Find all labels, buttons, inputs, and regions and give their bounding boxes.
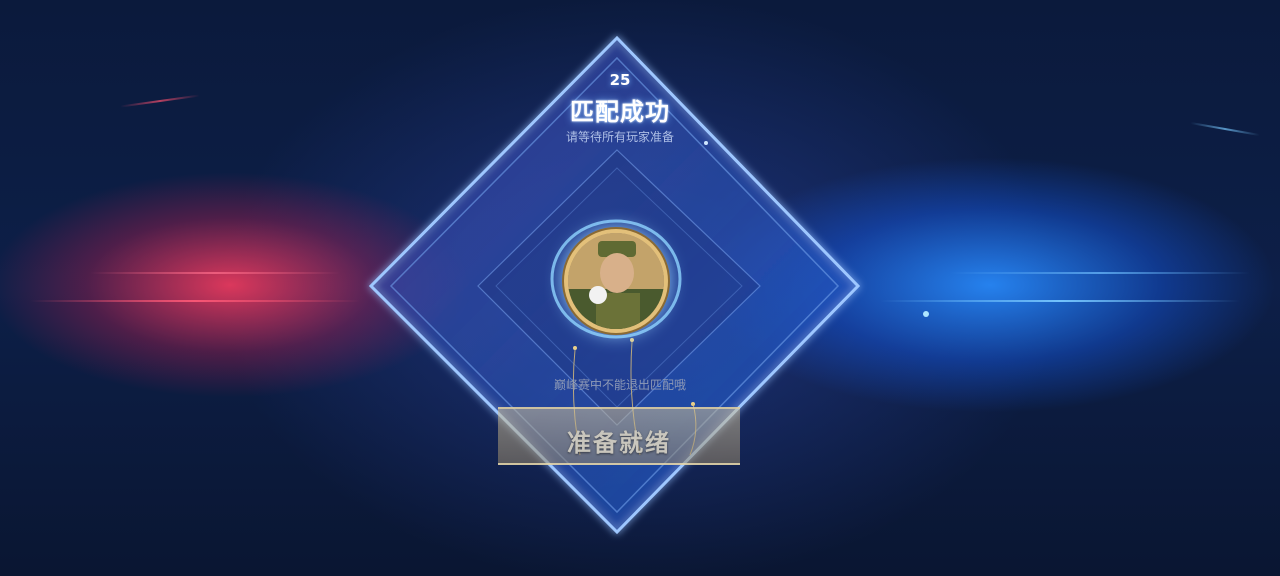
- peak-match-notice: 巅峰赛中不能退出匹配哦: [553, 378, 686, 392]
- ready-button[interactable]: 准备就绪: [498, 407, 740, 465]
- sparkle: [923, 311, 929, 317]
- player-portrait-icon: [568, 233, 664, 329]
- waiting-subtitle: 请等待所有玩家准备: [565, 130, 674, 144]
- sparkle: [573, 346, 577, 350]
- match-found-screen: 25 匹配成功 请等待所有玩家准备 巅峰赛中不能退出匹配哦 准备就绪: [0, 0, 1280, 576]
- match-found-title: 匹配成功: [570, 98, 670, 126]
- player-avatar: [568, 233, 664, 329]
- countdown-timer: 25: [609, 71, 631, 89]
- ready-button-label: 准备就绪: [567, 429, 671, 457]
